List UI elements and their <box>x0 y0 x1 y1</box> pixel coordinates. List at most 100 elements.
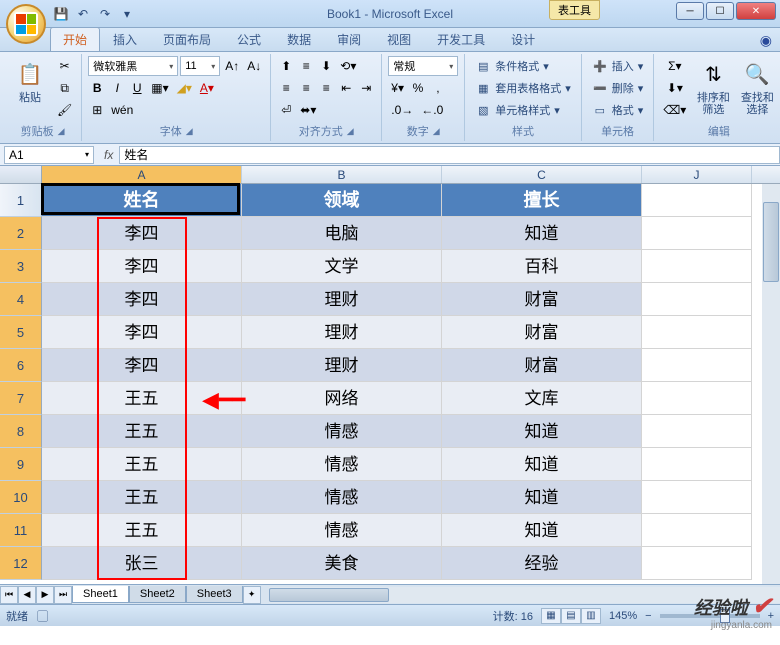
view-layout-button[interactable]: ▤ <box>561 608 581 624</box>
zoom-level[interactable]: 145% <box>609 610 637 622</box>
cell[interactable]: 知道 <box>442 514 642 547</box>
name-box[interactable]: A1▾ <box>4 146 94 164</box>
border-drawing-button[interactable]: ⊞ <box>88 100 106 120</box>
cells-area[interactable]: ◀━━ 姓名领域擅长李四电脑知道李四文学百科李四理财财富李四理财财富李四理财财富… <box>42 184 752 580</box>
tab-developer[interactable]: 开发工具 <box>424 27 498 51</box>
cell[interactable] <box>642 250 752 283</box>
cell[interactable]: 理财 <box>242 349 442 382</box>
row-header[interactable]: 5 <box>0 316 42 349</box>
clipboard-dialog-launcher[interactable]: ◢ <box>58 126 65 137</box>
phonetic-button[interactable]: wén <box>108 100 136 120</box>
minimize-button[interactable]: ─ <box>676 2 704 20</box>
row-header[interactable]: 1 <box>0 184 42 217</box>
cell[interactable]: 王五 <box>42 415 242 448</box>
cell[interactable]: 张三 <box>42 547 242 580</box>
find-select-button[interactable]: 🔍 查找和 选择 <box>737 56 777 118</box>
tab-view[interactable]: 视图 <box>374 27 424 51</box>
redo-button[interactable]: ↷ <box>96 5 114 23</box>
align-right-button[interactable]: ≡ <box>317 78 335 98</box>
align-bottom-button[interactable]: ⬇ <box>317 56 335 76</box>
cell[interactable]: 财富 <box>442 283 642 316</box>
merge-button[interactable]: ⬌▾ <box>297 100 319 120</box>
sheet-nav-last[interactable]: ⏭ <box>54 586 72 604</box>
align-center-button[interactable]: ≡ <box>297 78 315 98</box>
view-normal-button[interactable]: ▦ <box>541 608 561 624</box>
align-middle-button[interactable]: ≡ <box>297 56 315 76</box>
row-header[interactable]: 6 <box>0 349 42 382</box>
office-button[interactable] <box>6 4 46 44</box>
cell[interactable] <box>642 316 752 349</box>
row-header[interactable]: 9 <box>0 448 42 481</box>
cell[interactable]: 情感 <box>242 448 442 481</box>
clear-button[interactable]: ⌫▾ <box>660 100 689 120</box>
col-header-b[interactable]: B <box>242 166 442 183</box>
cell[interactable] <box>642 415 752 448</box>
tab-insert[interactable]: 插入 <box>100 27 150 51</box>
fill-button[interactable]: ⬇▾ <box>660 78 689 98</box>
vscroll-thumb[interactable] <box>763 202 779 282</box>
cell[interactable]: 情感 <box>242 481 442 514</box>
cell[interactable]: 财富 <box>442 316 642 349</box>
table-format-button[interactable]: ▦套用表格格式▾ <box>471 78 575 98</box>
number-format-combo[interactable]: 常规▾ <box>388 56 458 76</box>
increase-decimal-button[interactable]: .0→ <box>388 100 416 120</box>
decrease-indent-button[interactable]: ⇤ <box>337 78 355 98</box>
cell[interactable]: 王五 <box>42 448 242 481</box>
cell[interactable]: 李四 <box>42 316 242 349</box>
font-size-combo[interactable]: 11▾ <box>180 56 220 76</box>
row-header[interactable]: 11 <box>0 514 42 547</box>
macro-record-icon[interactable]: ▢ <box>37 611 48 623</box>
cell[interactable]: 擅长 <box>442 184 642 217</box>
format-cells-button[interactable]: ▭格式▾ <box>588 100 648 120</box>
formula-input[interactable]: 姓名 <box>119 146 780 164</box>
italic-button[interactable]: I <box>108 78 126 98</box>
cell[interactable]: 情感 <box>242 415 442 448</box>
cell[interactable]: 美食 <box>242 547 442 580</box>
autosum-button[interactable]: Σ▾ <box>660 56 689 76</box>
row-header[interactable]: 7 <box>0 382 42 415</box>
cell[interactable]: 知道 <box>442 217 642 250</box>
tab-home[interactable]: 开始 <box>50 27 100 51</box>
sheet-nav-next[interactable]: ▶ <box>36 586 54 604</box>
row-header[interactable]: 8 <box>0 415 42 448</box>
row-header[interactable]: 2 <box>0 217 42 250</box>
cell[interactable]: 李四 <box>42 217 242 250</box>
tab-data[interactable]: 数据 <box>274 27 324 51</box>
cell[interactable] <box>642 481 752 514</box>
cell[interactable]: 王五 <box>42 481 242 514</box>
insert-cells-button[interactable]: ➕插入▾ <box>588 56 648 76</box>
bold-button[interactable]: B <box>88 78 106 98</box>
paste-button[interactable]: 📋 粘贴 <box>10 56 50 106</box>
row-header[interactable]: 4 <box>0 283 42 316</box>
cell[interactable]: 李四 <box>42 349 242 382</box>
tab-page-layout[interactable]: 页面布局 <box>150 27 224 51</box>
align-left-button[interactable]: ≡ <box>277 78 295 98</box>
cell[interactable]: 知道 <box>442 448 642 481</box>
row-header[interactable]: 12 <box>0 547 42 580</box>
cell[interactable]: 理财 <box>242 283 442 316</box>
increase-indent-button[interactable]: ⇥ <box>357 78 375 98</box>
cell[interactable] <box>642 217 752 250</box>
cell[interactable]: 姓名 <box>42 184 242 217</box>
close-button[interactable]: ✕ <box>736 2 776 20</box>
percent-button[interactable]: % <box>409 78 427 98</box>
hscroll-thumb[interactable] <box>269 588 389 602</box>
comma-button[interactable]: , <box>429 78 447 98</box>
col-header-c[interactable]: C <box>442 166 642 183</box>
sheet-nav-prev[interactable]: ◀ <box>18 586 36 604</box>
tab-formulas[interactable]: 公式 <box>224 27 274 51</box>
qat-dropdown[interactable]: ▾ <box>118 5 136 23</box>
increase-font-button[interactable]: A↑ <box>222 56 242 76</box>
cell[interactable]: 王五 <box>42 514 242 547</box>
sheet-tab-3[interactable]: Sheet3 <box>186 586 243 603</box>
cell[interactable]: 李四 <box>42 250 242 283</box>
cell[interactable]: 财富 <box>442 349 642 382</box>
font-dialog-launcher[interactable]: ◢ <box>186 126 193 137</box>
cell[interactable] <box>642 184 752 217</box>
cell[interactable] <box>642 349 752 382</box>
sheet-tab-2[interactable]: Sheet2 <box>129 586 186 603</box>
row-header[interactable]: 10 <box>0 481 42 514</box>
maximize-button[interactable]: ☐ <box>706 2 734 20</box>
row-header[interactable]: 3 <box>0 250 42 283</box>
sheet-tab-1[interactable]: Sheet1 <box>72 586 129 603</box>
